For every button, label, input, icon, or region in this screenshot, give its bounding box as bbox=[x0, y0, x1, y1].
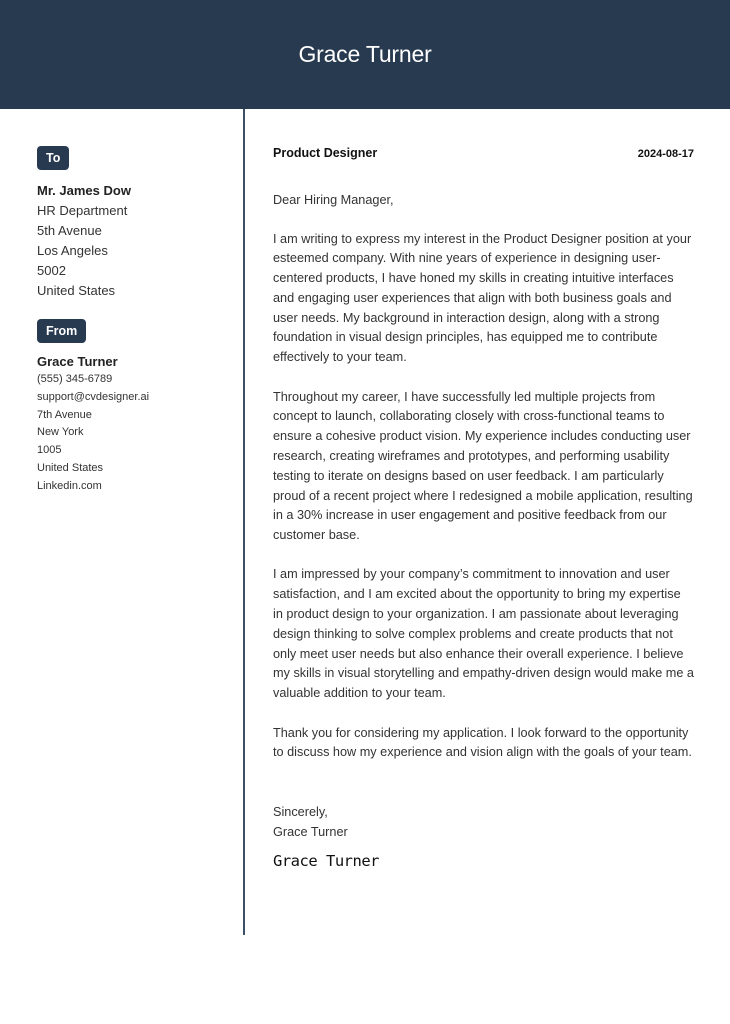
sender-phone: (555) 345-6789 bbox=[37, 373, 113, 385]
paragraph: I am writing to express my interest in t… bbox=[273, 231, 692, 365]
recipient-block: Mr. James Dow HR Department 5th Avenue L… bbox=[37, 181, 232, 301]
sender-street: 7th Avenue bbox=[37, 408, 92, 421]
from-badge: From bbox=[37, 319, 87, 343]
salutation: Dear Hiring Manager, bbox=[273, 193, 394, 207]
paragraph: Throughout my career, I have successfull… bbox=[273, 389, 693, 543]
paragraph: Thank you for considering my application… bbox=[273, 725, 692, 760]
recipient-postal-code: 5002 bbox=[37, 263, 66, 278]
sender-linkedin: Linkedin.com bbox=[37, 479, 102, 492]
recipient-country: United States bbox=[37, 283, 116, 298]
recipient-department: HR Department bbox=[37, 203, 128, 218]
sender-city: New York bbox=[37, 426, 84, 439]
letter-body: Product Designer 2024-08-17 Dear Hiring … bbox=[273, 146, 694, 870]
recipient-name: Mr. James Dow bbox=[37, 183, 131, 198]
letter-date: 2024-08-17 bbox=[637, 148, 694, 160]
closing: Sincerely, Grace Turner bbox=[273, 802, 694, 842]
header-name: Grace Turner bbox=[298, 41, 432, 67]
letter-meta: Product Designer 2024-08-17 bbox=[273, 146, 694, 160]
recipient-street: 5th Avenue bbox=[37, 223, 102, 238]
sender-postal-code: 1005 bbox=[37, 444, 62, 457]
sender-name: Grace Turner bbox=[37, 354, 118, 369]
sidebar: To Mr. James Dow HR Department 5th Avenu… bbox=[37, 146, 232, 496]
header-banner: Grace Turner bbox=[0, 0, 730, 109]
position-title: Product Designer bbox=[273, 146, 378, 160]
vertical-divider bbox=[243, 109, 245, 935]
sender-block: Grace Turner (555) 345-6789 support@cvde… bbox=[37, 353, 232, 496]
sender-email: support@cvdesigner.ai bbox=[37, 390, 150, 403]
closing-phrase: Sincerely, bbox=[273, 805, 328, 820]
paragraph: I am impressed by your company’s commitm… bbox=[273, 567, 694, 701]
to-badge: To bbox=[37, 146, 70, 170]
closing-name: Grace Turner bbox=[273, 825, 348, 840]
recipient-city: Los Angeles bbox=[37, 243, 108, 258]
signature: Grace Turner bbox=[273, 852, 379, 871]
sender-country: United States bbox=[37, 461, 104, 474]
